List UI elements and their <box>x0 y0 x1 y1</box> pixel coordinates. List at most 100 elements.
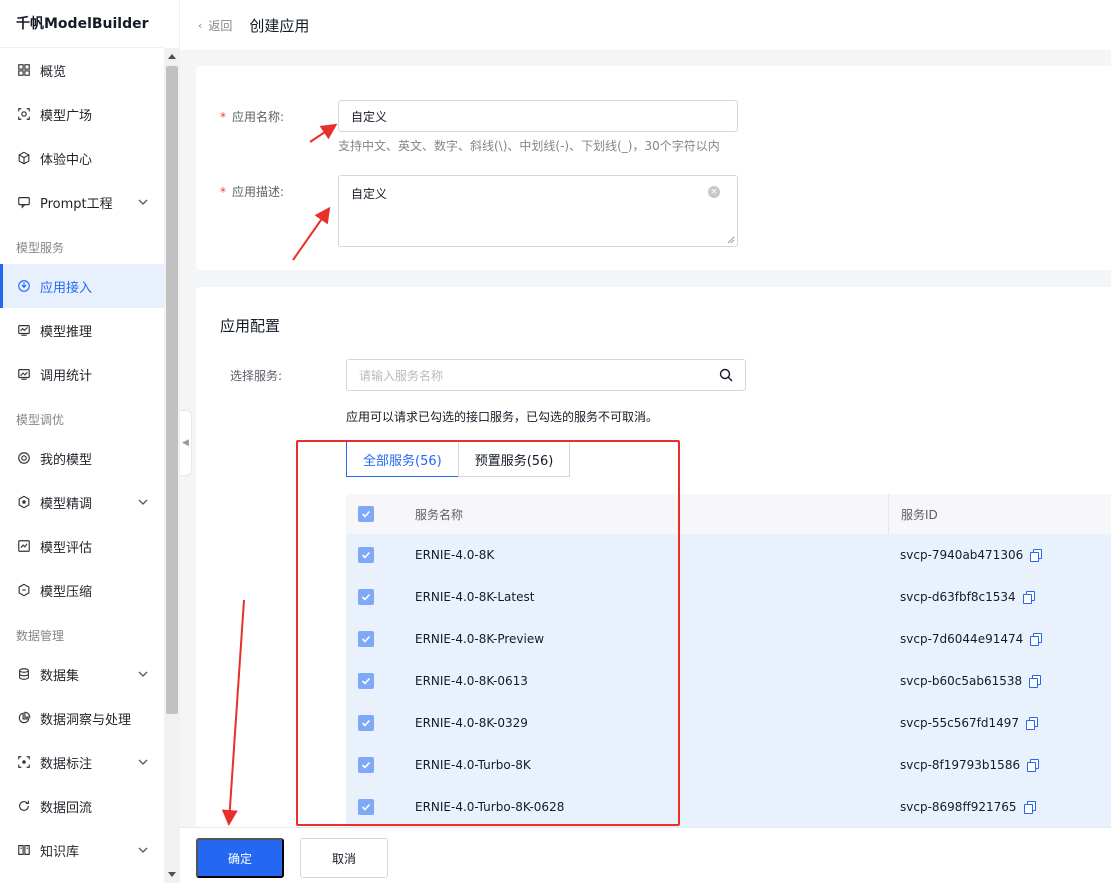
sidebar-item[interactable]: 模型压缩 <box>0 568 164 612</box>
sidebar-item-label: 数据标注 <box>40 756 93 772</box>
sidebar-item[interactable]: 模型推理 <box>0 308 164 352</box>
basic-info-card: * 应用名称: 自定义 支持中文、英文、数字、斜线(\)、中划线(-)、下划线(_… <box>196 66 1111 270</box>
service-name: ERNIE-4.0-Turbo-8K <box>415 758 531 772</box>
service-name: ERNIE-4.0-8K-Preview <box>415 632 545 646</box>
stats-icon <box>16 366 32 382</box>
table-row[interactable]: ERNIE-4.0-8K-Latest svcp-d63fbf8c1534 <box>346 576 1111 618</box>
pie-chart-icon <box>16 710 32 726</box>
chevron-down-icon[interactable] <box>136 195 150 209</box>
check-icon <box>361 593 371 601</box>
prompt-icon <box>16 194 32 210</box>
sidebar-item-label: Prompt工程 <box>40 196 113 212</box>
chevron-down-icon[interactable] <box>136 495 150 509</box>
row-checkbox[interactable] <box>358 757 374 773</box>
search-icon[interactable] <box>719 368 733 382</box>
table-row[interactable]: ERNIE-4.0-8K svcp-7940ab471306 <box>346 534 1111 576</box>
service-id: svcp-55c567fd1497 <box>900 716 1020 730</box>
back-link[interactable]: ‹ 返回 <box>198 17 232 34</box>
table-row[interactable]: ERNIE-4.0-Turbo-8K svcp-8f19793b1586 <box>346 744 1111 786</box>
app-name-input[interactable]: 自定义 <box>338 100 738 132</box>
copy-icon[interactable] <box>1026 717 1039 730</box>
sidebar-item[interactable]: 数据集 <box>0 652 164 696</box>
app-desc-textarea[interactable]: 自定义 × <box>338 175 738 247</box>
sidebar: 千帆ModelBuilder 概览 模型广场 体验中心 Prompt工程 模型服务 应用接… <box>0 0 180 883</box>
tab-preset-services[interactable]: 预置服务(56) <box>457 441 571 477</box>
app-name-value: 自定义 <box>351 109 388 124</box>
table-row[interactable]: ERNIE-4.0-8K-0329 svcp-55c567fd1497 <box>346 702 1111 744</box>
sidebar-item[interactable]: 应用接入 <box>0 264 164 308</box>
check-icon <box>361 677 371 685</box>
sidebar-item[interactable]: 我的模型 <box>0 436 164 480</box>
sidebar-item[interactable]: 调用统计 <box>0 352 164 396</box>
clear-icon[interactable]: × <box>708 186 720 198</box>
evaluate-icon <box>16 538 32 554</box>
sidebar-item-label: 模型精调 <box>40 496 93 512</box>
page-title: 创建应用 <box>249 16 310 35</box>
row-checkbox[interactable] <box>358 547 374 563</box>
row-checkbox[interactable] <box>358 673 374 689</box>
sidebar-item-label: 应用接入 <box>40 280 93 296</box>
scroll-down-arrow[interactable] <box>168 872 176 877</box>
copy-icon[interactable] <box>1027 759 1040 772</box>
table-row[interactable]: ERNIE-4.0-Turbo-8K-0628 svcp-8698ff921765 <box>346 786 1111 827</box>
sidebar-item[interactable]: 模型精调 <box>0 480 164 524</box>
column-header-id: 服务ID <box>888 494 1111 534</box>
my-model-icon <box>16 450 32 466</box>
app-name-label: * 应用名称: <box>220 110 285 124</box>
table-row[interactable]: ERNIE-4.0-8K-Preview svcp-7d6044e91474 <box>346 618 1111 660</box>
copy-icon[interactable] <box>1023 801 1036 814</box>
sidebar-item[interactable]: 概览 <box>0 48 164 92</box>
service-tabs: 全部服务(56) 预置服务(56) <box>346 441 571 477</box>
cube-icon <box>16 150 32 166</box>
confirm-button[interactable]: 确定 <box>196 838 284 878</box>
table-header: 服务名称 服务ID <box>346 494 1111 534</box>
cancel-button[interactable]: 取消 <box>300 838 388 878</box>
search-placeholder: 请输入服务名称 <box>359 368 444 383</box>
row-checkbox[interactable] <box>358 589 374 605</box>
check-icon <box>361 551 371 559</box>
copy-icon[interactable] <box>1030 633 1043 646</box>
sidebar-collapse-handle[interactable]: ◀ <box>180 410 192 476</box>
sidebar-item[interactable]: 知识库 <box>0 828 164 872</box>
app-desc-value: 自定义 <box>351 187 388 201</box>
copy-icon[interactable] <box>1022 591 1035 604</box>
sidebar-item[interactable]: 模型评估 <box>0 524 164 568</box>
check-icon <box>361 803 371 811</box>
chevron-down-icon[interactable] <box>136 843 150 857</box>
service-name: ERNIE-4.0-Turbo-8K-0628 <box>415 800 565 814</box>
sidebar-scrollbar[interactable] <box>164 48 180 883</box>
page-header: ‹ 返回 创建应用 <box>180 0 1111 50</box>
service-search-input[interactable]: 请输入服务名称 <box>346 359 746 391</box>
sidebar-item[interactable]: Prompt工程 <box>0 180 164 224</box>
table-row[interactable]: ERNIE-4.0-8K-0613 svcp-b60c5ab61538 <box>346 660 1111 702</box>
copy-icon[interactable] <box>1029 675 1042 688</box>
sidebar-item-label: 体验中心 <box>40 152 93 168</box>
select-all-checkbox[interactable] <box>358 506 374 522</box>
row-checkbox[interactable] <box>358 799 374 815</box>
chevron-down-icon[interactable] <box>136 667 150 681</box>
sidebar-item[interactable]: 数据标注 <box>0 740 164 784</box>
sidebar-item-label: 模型评估 <box>40 540 93 556</box>
resize-grip-icon[interactable] <box>727 236 735 244</box>
sidebar-item[interactable]: 数据洞察与处理 <box>0 696 164 740</box>
scroll-up-arrow[interactable] <box>168 54 176 59</box>
scrollbar-thumb[interactable] <box>166 66 178 714</box>
chevron-left-icon: ◀ <box>182 438 189 448</box>
book-icon <box>16 842 32 858</box>
copy-icon[interactable] <box>1030 549 1043 562</box>
sidebar-group-label: 模型调优 <box>16 413 65 427</box>
sidebar-item[interactable]: 数据回流 <box>0 784 164 828</box>
service-id: svcp-8f19793b1586 <box>900 758 1021 772</box>
chevron-down-icon[interactable] <box>136 755 150 769</box>
form-footer: 确定 取消 <box>180 827 1111 883</box>
row-checkbox[interactable] <box>358 715 374 731</box>
sidebar-item[interactable]: 体验中心 <box>0 136 164 180</box>
service-name: ERNIE-4.0-8K-Latest <box>415 590 535 604</box>
row-checkbox[interactable] <box>358 631 374 647</box>
sidebar-item[interactable]: 模型广场 <box>0 92 164 136</box>
tab-all-services[interactable]: 全部服务(56) <box>346 441 459 477</box>
annotate-icon <box>16 754 32 770</box>
app-config-card: 应用配置 选择服务: 请输入服务名称 应用可以请求已勾选的接口服务，已勾选的服务… <box>196 287 1111 827</box>
sidebar-group-label: 模型服务 <box>16 241 65 255</box>
required-mark: * <box>220 185 226 199</box>
